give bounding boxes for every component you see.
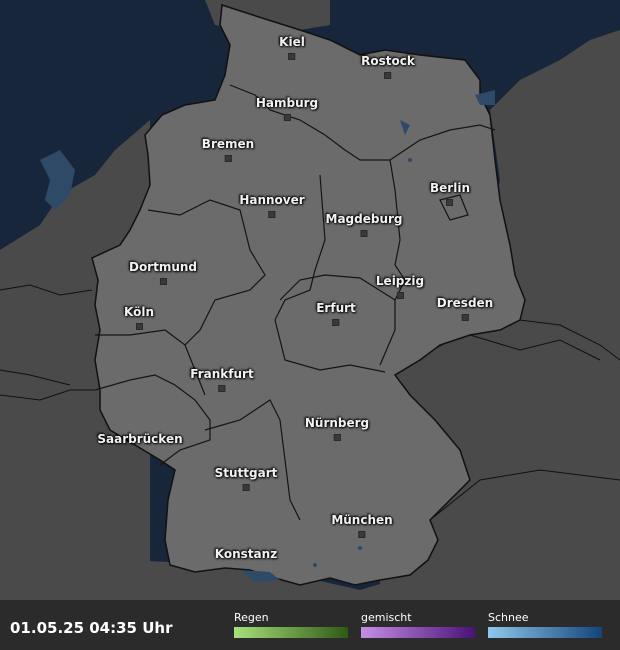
legend-rain: Regen [234, 611, 348, 638]
legend-rain-label: Regen [234, 611, 269, 624]
map-footer: 01.05.25 04:35 Uhr Regen gemischt Schnee [0, 600, 620, 650]
legend-snow-gradient [488, 627, 602, 638]
map-base [0, 0, 620, 650]
legend-snow-label: Schnee [488, 611, 529, 624]
legend-mixed-label: gemischt [361, 611, 412, 624]
legend-snow: Schnee [488, 611, 602, 638]
legend-rain-gradient [234, 627, 348, 638]
legend-mixed-gradient [361, 627, 475, 638]
timestamp-label: 01.05.25 04:35 Uhr [10, 619, 173, 637]
precipitation-map: Kiel Rostock Hamburg Bremen Berlin Hanno… [0, 0, 620, 650]
legend-mixed: gemischt [361, 611, 475, 638]
